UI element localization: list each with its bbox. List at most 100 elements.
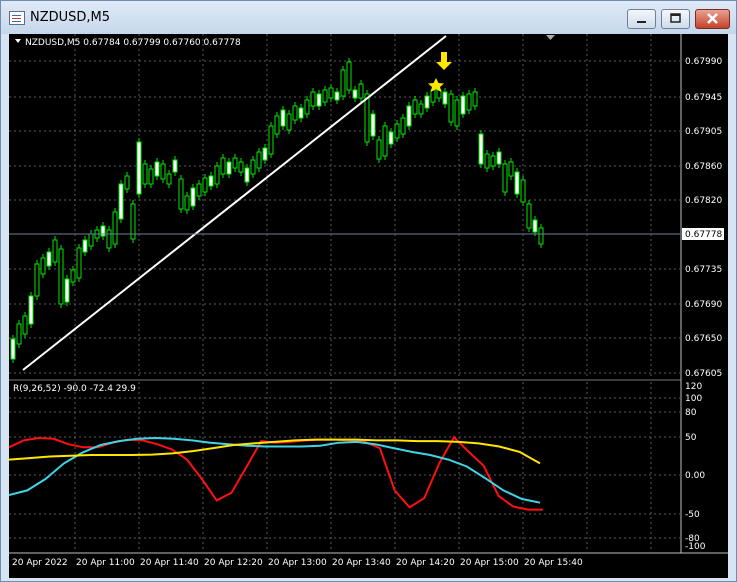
candle-body [514, 171, 520, 195]
candle-body [352, 89, 358, 99]
time-tick: 20 Apr 11:40 [140, 558, 199, 568]
candle-body [124, 175, 130, 190]
indicator-axis: 120 100 80 50 0.00 -50 -80 -100 [685, 382, 706, 552]
collapse-triangle-icon[interactable] [15, 39, 21, 43]
chart-area[interactable]: NZDUSD,M5 0.67784 0.67799 0.67760 0.6777… [9, 34, 728, 578]
candle-body [478, 133, 484, 165]
indicator-tick: 100 [685, 394, 702, 404]
candle-body [400, 117, 406, 135]
price-tick: 0.67860 [685, 162, 722, 172]
candle-body [190, 187, 196, 207]
candle-body [454, 99, 460, 127]
candle-body [22, 315, 28, 335]
candle-body [34, 263, 40, 297]
candle-body [250, 159, 256, 175]
candle-body [412, 99, 418, 115]
candle-body [490, 155, 496, 167]
candle-body [256, 151, 262, 169]
candle-body [526, 203, 532, 229]
candle-body [160, 163, 166, 180]
candle-body [328, 87, 334, 99]
candle-body [532, 219, 538, 233]
candle-body [430, 89, 436, 103]
candle-body [406, 105, 412, 127]
candle-body [220, 157, 226, 175]
time-tick: 20 Apr 13:40 [332, 558, 391, 568]
price-axis: 0.67990 0.67945 0.67905 0.67860 0.67820 … [685, 57, 722, 379]
terminal-window: NZDUSD,M5 NZDUSD,M5 0.67784 0.67799 0.67… [0, 0, 737, 582]
candle-body [136, 141, 142, 195]
candle-body [274, 115, 280, 135]
candle-body [520, 179, 526, 203]
time-tick: 20 Apr 12:20 [204, 558, 263, 568]
candle-body [310, 91, 316, 107]
maximize-button[interactable] [661, 9, 690, 29]
close-button[interactable] [695, 9, 730, 29]
candle-body [76, 247, 82, 279]
price-tick: 0.67735 [685, 265, 722, 275]
candle-body [316, 93, 322, 107]
candle-body [196, 183, 202, 197]
candle-body [142, 163, 148, 185]
candle-body [364, 93, 370, 143]
indicator-lines [9, 435, 543, 511]
candle-body [172, 159, 178, 173]
time-tick: 20 Apr 14:20 [396, 558, 455, 568]
candle-body [304, 99, 310, 115]
candle-body [496, 151, 502, 165]
maximize-icon [670, 13, 681, 23]
candle-body [226, 161, 232, 175]
candle-body [10, 338, 16, 360]
candle-body [178, 178, 184, 210]
minimize-icon [637, 21, 646, 23]
title-bar[interactable]: NZDUSD,M5 [1, 1, 736, 34]
candle-body [448, 93, 454, 123]
star-marker [428, 78, 444, 92]
candle-body [112, 211, 118, 245]
candle-body [394, 123, 400, 139]
candle-body [472, 91, 478, 107]
chart-shift-icon[interactable] [546, 35, 555, 40]
indicator-tick: 80 [685, 408, 697, 418]
indicator-tick: 0.00 [685, 471, 705, 481]
candle-body [16, 323, 22, 345]
minimize-button[interactable] [627, 9, 656, 29]
candle-body [268, 125, 274, 155]
candle-body [382, 125, 388, 157]
candle-body [70, 269, 76, 283]
price-tick: 0.67990 [685, 57, 722, 67]
candle-body [244, 167, 250, 183]
indicator-tick: -100 [685, 542, 706, 552]
trendline[interactable] [22, 35, 447, 371]
current-price-label: 0.67778 [685, 230, 722, 240]
candle-body [286, 113, 292, 131]
candle-body [64, 278, 70, 303]
candle-body [484, 153, 490, 169]
candle-body [340, 69, 346, 97]
price-header: NZDUSD,M5 0.67784 0.67799 0.67760 0.6777… [25, 38, 241, 48]
candle-body [466, 93, 472, 111]
candle-body [232, 157, 238, 169]
candle-body [292, 105, 298, 121]
candle-body [52, 239, 58, 263]
candle-body [502, 163, 508, 193]
candle-body [154, 161, 160, 177]
candle-body [202, 177, 208, 193]
chart-window-icon [9, 11, 25, 25]
window-title: NZDUSD,M5 [30, 10, 111, 25]
chart-canvas[interactable]: NZDUSD,M5 0.67784 0.67799 0.67760 0.6777… [9, 34, 728, 578]
candle-body [280, 109, 286, 127]
candle-body [106, 229, 112, 249]
candle-body [208, 175, 214, 187]
indicator-line [9, 435, 543, 511]
time-tick: 20 Apr 15:00 [460, 558, 519, 568]
time-axis: 20 Apr 2022 20 Apr 11:00 20 Apr 11:40 20… [12, 558, 583, 568]
candle-body [388, 131, 394, 145]
candle-body [298, 107, 304, 119]
candle-body [424, 95, 430, 109]
candle-body [82, 239, 88, 253]
candle-body [346, 61, 352, 91]
time-tick: 20 Apr 15:40 [524, 558, 583, 568]
candle-body [460, 95, 466, 115]
candle-body [376, 139, 382, 160]
